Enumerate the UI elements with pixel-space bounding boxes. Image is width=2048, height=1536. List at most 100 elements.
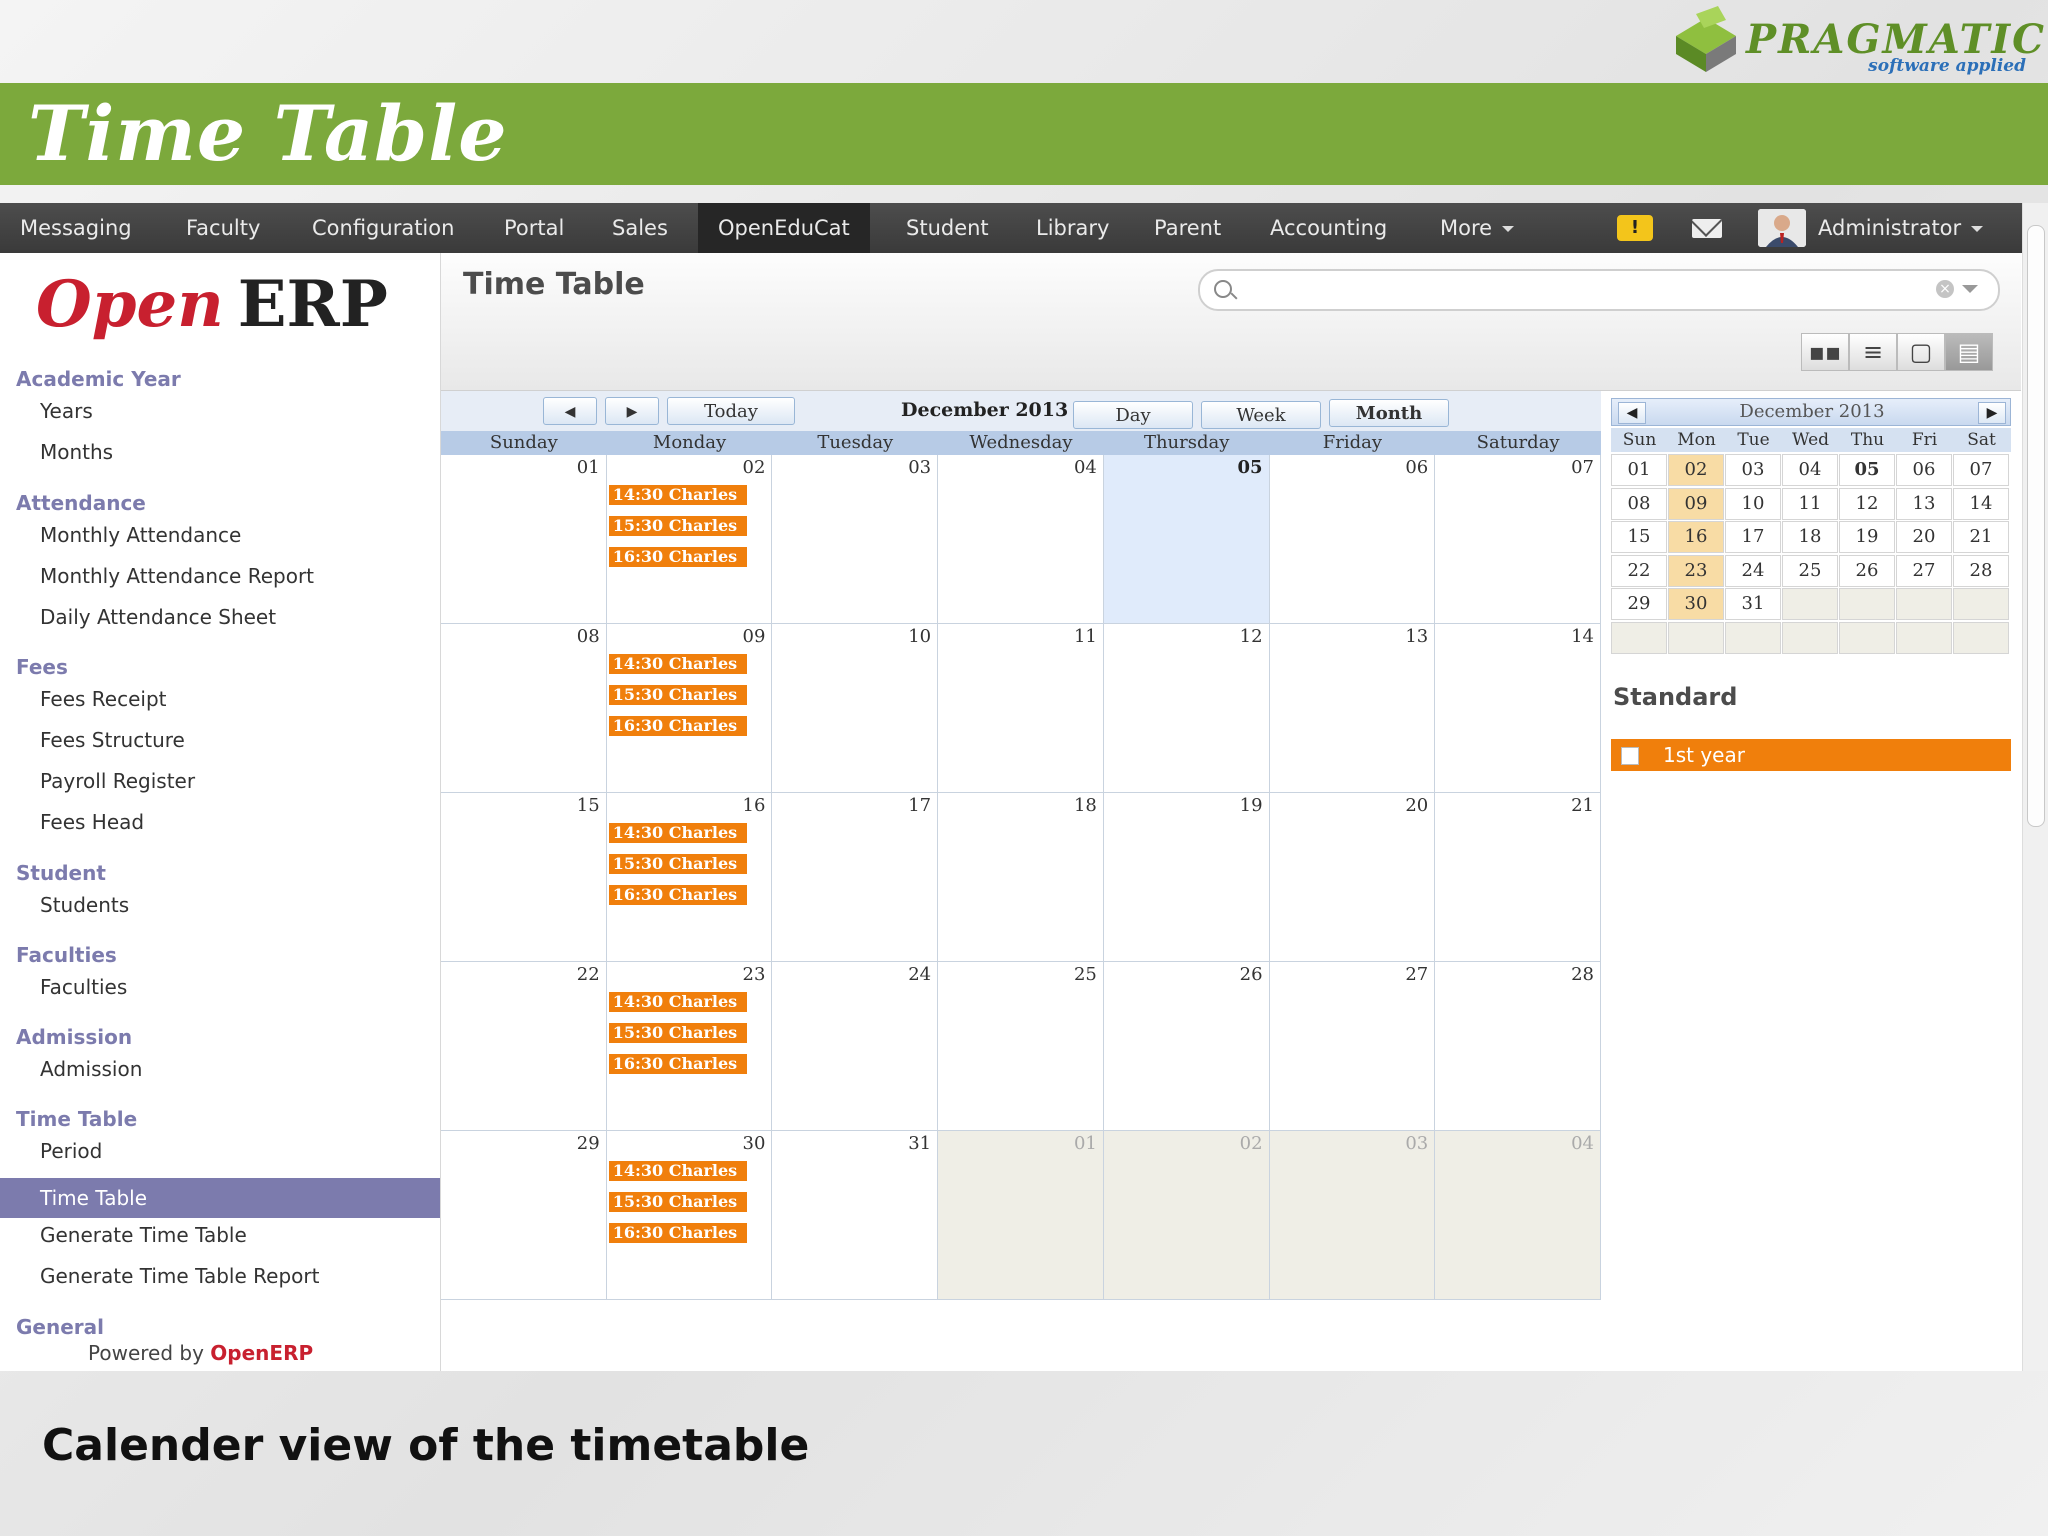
calendar-day-cell[interactable]: 20 — [1269, 793, 1436, 962]
mini-day-cell[interactable]: 20 — [1896, 521, 1952, 553]
search-input[interactable]: × — [1198, 269, 2000, 311]
mini-day-cell[interactable]: 29 — [1611, 588, 1667, 620]
mini-day-cell[interactable]: 23 — [1668, 554, 1724, 587]
calendar-event[interactable]: 16:30 Charles — [608, 885, 747, 905]
mini-day-cell[interactable]: 30 — [1668, 588, 1724, 620]
nav-sales[interactable]: Sales — [612, 203, 668, 253]
openerp-logo[interactable]: Open ERP — [36, 267, 388, 342]
calendar-day-cell[interactable]: 13 — [1269, 624, 1436, 793]
calendar-event[interactable]: 16:30 Charles — [608, 716, 747, 736]
calendar-day-cell[interactable]: 10 — [772, 624, 939, 793]
mini-day-cell[interactable]: 19 — [1839, 521, 1895, 553]
calendar-day-cell[interactable]: 09 14:30 Charles 15:30 Charles 16:30 Charle… — [606, 624, 773, 793]
nav-student[interactable]: Student — [906, 203, 989, 253]
calendar-day-cell[interactable]: 23 14:30 Charles 15:30 Charles 16:30 Charle… — [606, 962, 773, 1131]
sidebar-item-generate-time-table-report[interactable]: Generate Time Table Report — [40, 1264, 319, 1288]
mini-day-cell[interactable]: 26 — [1839, 554, 1895, 587]
sidebar-item-years[interactable]: Years — [40, 399, 93, 423]
list-icon[interactable]: ≡ — [1849, 333, 1897, 371]
mini-day-cell[interactable]: 25 — [1782, 554, 1838, 587]
chevron-down-icon[interactable] — [1962, 285, 1978, 293]
sidebar-item-fees-head[interactable]: Fees Head — [40, 810, 144, 834]
calendar-day-cell[interactable]: 02 14:30 Charles 15:30 Charles 16:30 Charle… — [606, 455, 773, 624]
calendar-day-cell[interactable]: 30 14:30 Charles 15:30 Charles 16:30 Charle… — [606, 1131, 773, 1300]
mini-day-cell[interactable]: 21 — [1953, 521, 2009, 553]
mini-day-cell[interactable]: 27 — [1896, 554, 1952, 587]
calendar-day-cell[interactable]: 03 — [772, 455, 939, 624]
calendar-day-cell[interactable]: 06 — [1269, 455, 1436, 624]
avatar[interactable] — [1758, 209, 1806, 247]
calendar-today-button[interactable]: Today — [667, 397, 795, 425]
calendar-day-cell[interactable]: 22 — [441, 962, 607, 1131]
clear-icon[interactable]: × — [1936, 280, 1954, 298]
calendar-event[interactable]: 15:30 Charles — [608, 1192, 747, 1212]
calendar-day-cell[interactable]: 01 — [938, 1131, 1104, 1300]
alert-icon[interactable]: ! — [1617, 215, 1653, 241]
sidebar-item-students[interactable]: Students — [40, 893, 129, 917]
calendar-event[interactable]: 14:30 Charles — [608, 654, 747, 674]
mini-day-cell[interactable]: 08 — [1611, 487, 1667, 520]
calendar-event[interactable]: 15:30 Charles — [608, 516, 747, 536]
calendar-day-cell[interactable]: 12 — [1103, 624, 1270, 793]
mini-day-cell[interactable]: 16 — [1668, 521, 1724, 553]
mini-day-cell[interactable]: 06 — [1896, 454, 1952, 486]
mini-day-cell[interactable]: 03 — [1725, 454, 1781, 486]
sidebar-item-months[interactable]: Months — [40, 440, 113, 464]
calendar-day-cell[interactable]: 01 — [441, 455, 607, 624]
mini-day-cell[interactable]: 28 — [1953, 554, 2009, 587]
nav-parent[interactable]: Parent — [1154, 203, 1221, 253]
calendar-next-button[interactable]: ▶ — [605, 397, 659, 425]
calendar-day-cell[interactable]: 28 — [1435, 962, 1601, 1131]
calendar-day-cell[interactable]: 14 — [1435, 624, 1601, 793]
mini-day-cell[interactable]: 17 — [1725, 521, 1781, 553]
calendar-day-cell[interactable]: 27 — [1269, 962, 1436, 1131]
calendar-day-cell[interactable]: 31 — [772, 1131, 939, 1300]
sidebar-item-time-table[interactable]: Time Table — [0, 1178, 440, 1218]
scrollbar-thumb[interactable] — [2027, 225, 2045, 827]
mini-day-cell[interactable]: 31 — [1725, 588, 1781, 620]
nav-more[interactable]: More — [1440, 203, 1515, 253]
calendar-event[interactable]: 15:30 Charles — [608, 685, 747, 705]
calendar-event[interactable]: 16:30 Charles — [608, 1223, 747, 1243]
standard-filter-item[interactable]: 1st year — [1611, 739, 2011, 771]
sidebar-item-admission[interactable]: Admission — [40, 1057, 142, 1081]
sidebar-item-fees-structure[interactable]: Fees Structure — [40, 728, 185, 752]
calendar-day-cell[interactable]: 17 — [772, 793, 939, 962]
sidebar-item-monthly-attendance[interactable]: Monthly Attendance — [40, 523, 241, 547]
calendar-day-cell[interactable]: 18 — [938, 793, 1104, 962]
mini-day-cell[interactable]: 02 — [1668, 454, 1724, 486]
calendar-event[interactable]: 15:30 Charles — [608, 1023, 747, 1043]
mini-day-cell[interactable]: 13 — [1896, 487, 1952, 520]
mail-icon[interactable] — [1692, 219, 1722, 238]
calendar-day-cell[interactable]: 25 — [938, 962, 1104, 1131]
mini-day-cell[interactable]: 18 — [1782, 521, 1838, 553]
form-icon[interactable]: ▢ — [1897, 333, 1945, 371]
nav-library[interactable]: Library — [1036, 203, 1109, 253]
nav-openeducat[interactable]: OpenEduCat — [698, 203, 870, 253]
nav-portal[interactable]: Portal — [504, 203, 564, 253]
mini-prev-icon[interactable]: ◀ — [1618, 402, 1646, 424]
calendar-event[interactable]: 14:30 Charles — [608, 823, 747, 843]
calendar-day-cell[interactable]: 08 — [441, 624, 607, 793]
calendar-day-cell[interactable]: 02 — [1103, 1131, 1270, 1300]
mini-day-cell[interactable]: 15 — [1611, 521, 1667, 553]
mini-day-cell[interactable]: 09 — [1668, 487, 1724, 520]
calendar-event[interactable]: 16:30 Charles — [608, 1054, 747, 1074]
calendar-day-cell[interactable]: 16 14:30 Charles 15:30 Charles 16:30 Charle… — [606, 793, 773, 962]
page-scrollbar[interactable] — [2022, 203, 2048, 1371]
calendar-day-cell[interactable]: 29 — [441, 1131, 607, 1300]
powered-by-brand[interactable]: OpenERP — [210, 1341, 313, 1365]
calendar-week-button[interactable]: Week — [1201, 401, 1321, 429]
sidebar-item-daily-attendance-sheet[interactable]: Daily Attendance Sheet — [40, 605, 276, 629]
sidebar-item-period[interactable]: Period — [40, 1139, 102, 1163]
calendar-day-cell[interactable]: 21 — [1435, 793, 1601, 962]
calendar-day-cell[interactable]: 04 — [1435, 1131, 1601, 1300]
sidebar-item-payroll-register[interactable]: Payroll Register — [40, 769, 195, 793]
kanban-icon[interactable]: ▪▪ — [1801, 333, 1849, 371]
nav-messaging[interactable]: Messaging — [20, 203, 132, 253]
calendar-event[interactable]: 14:30 Charles — [608, 1161, 747, 1181]
calendar-day-cell[interactable]: 03 — [1269, 1131, 1436, 1300]
calendar-day-cell[interactable]: 19 — [1103, 793, 1270, 962]
calendar-day-cell[interactable]: 05 — [1103, 455, 1270, 624]
mini-day-cell[interactable]: 10 — [1725, 487, 1781, 520]
